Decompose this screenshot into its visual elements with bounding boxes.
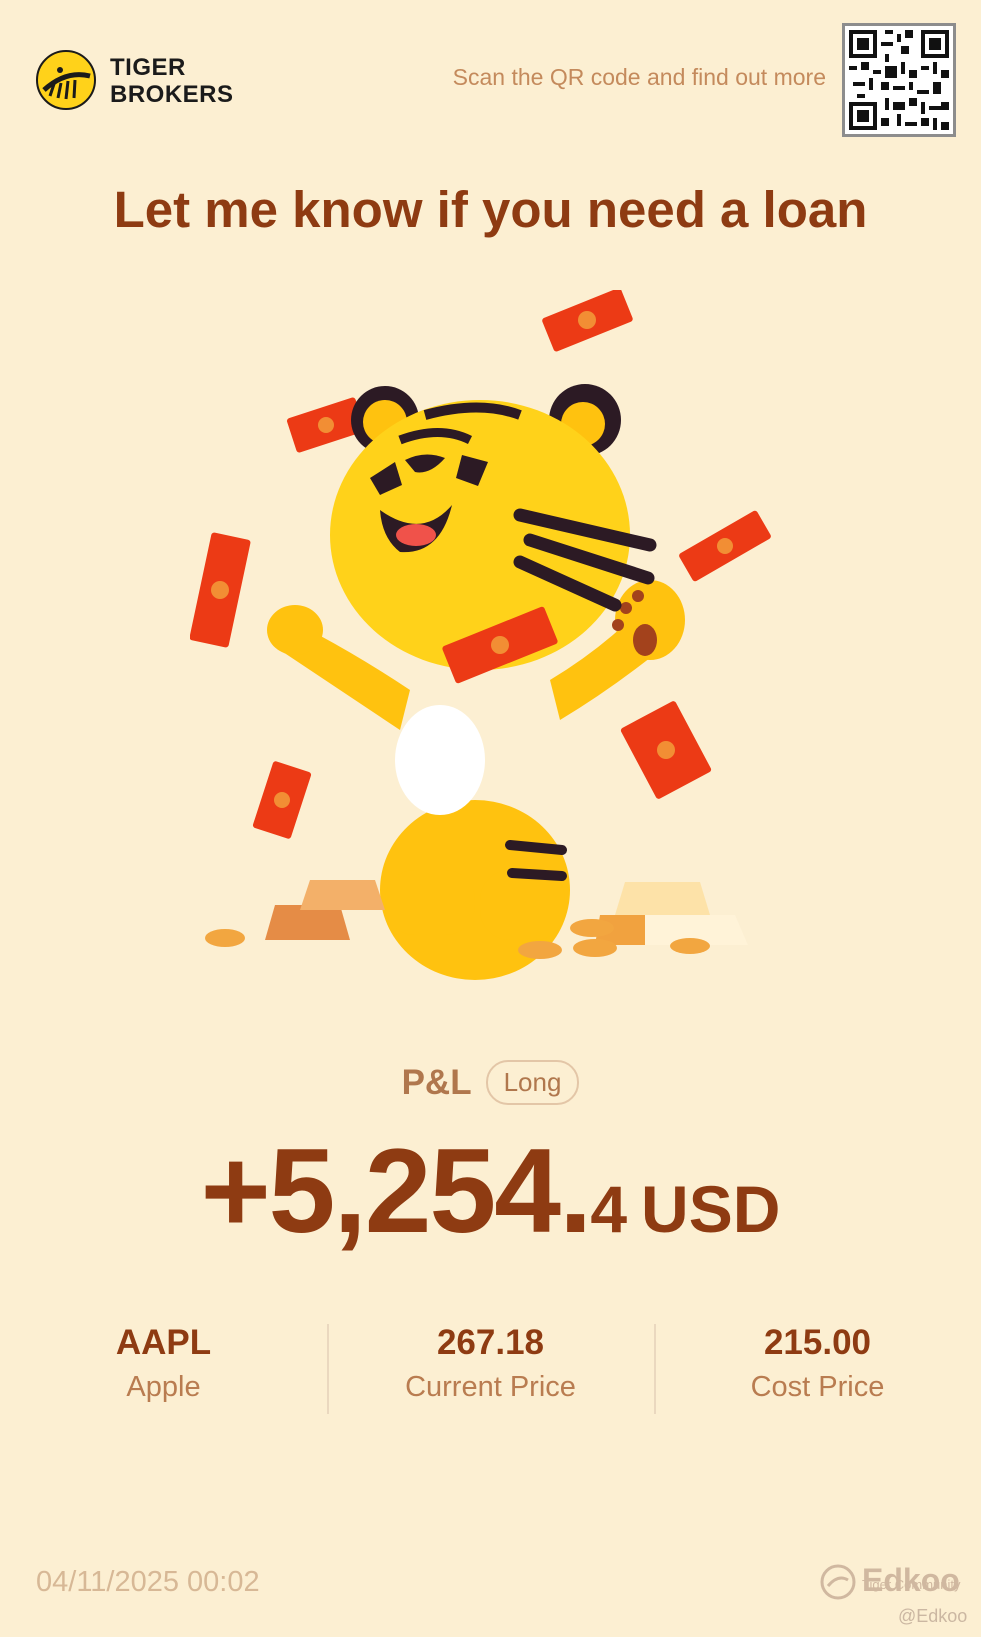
stat-current-price: 267.18 Current Price — [327, 1320, 654, 1415]
brand-line-1: TIGER — [110, 54, 186, 81]
qr-code-icon[interactable] — [842, 23, 956, 137]
stat-value: AAPL — [115, 1323, 212, 1362]
stat-value: 215.00 — [763, 1323, 872, 1362]
red-envelope-icon — [252, 761, 312, 839]
amount-fraction: 4 — [590, 1172, 628, 1246]
timestamp: 04/11/2025 00:02 — [36, 1566, 260, 1598]
red-envelope-icon — [679, 510, 771, 582]
watermark-subtitle: Tiger Community — [862, 1577, 961, 1592]
stat-ticker: AAPL Apple — [0, 1320, 327, 1415]
scan-qr-text: Scan the QR code and find out more — [452, 64, 826, 90]
brand-name: TIGER BROKERS — [110, 54, 234, 108]
stat-label: Apple — [126, 1371, 201, 1403]
stat-value: 267.18 — [436, 1323, 545, 1362]
red-envelope-icon — [190, 532, 251, 648]
pl-header: P&L Long — [0, 1060, 981, 1105]
position-stats: AAPL Apple 267.18 Current Price 215.00 C… — [0, 1320, 981, 1415]
amount-main: +5,254. — [200, 1124, 593, 1258]
pl-amount: +5,254.4 USD — [0, 1122, 981, 1260]
watermark-handle: @Edkoo — [898, 1606, 968, 1626]
tiger-brokers-logo-icon — [36, 50, 96, 110]
stat-label: Current Price — [405, 1371, 576, 1403]
red-envelope-icon — [542, 290, 633, 352]
position-badge: Long — [485, 1060, 580, 1105]
headline: Let me know if you need a loan — [113, 181, 868, 238]
community-logo-icon — [820, 1564, 856, 1600]
tiger-mascot-illustration — [190, 290, 771, 980]
pl-label: P&L — [401, 1062, 472, 1102]
red-envelope-icon — [620, 701, 712, 799]
stat-label: Cost Price — [750, 1371, 885, 1403]
currency-label: USD — [641, 1172, 781, 1246]
brand-line-2: BROKERS — [110, 81, 234, 108]
stat-cost-price: 215.00 Cost Price — [654, 1320, 981, 1415]
